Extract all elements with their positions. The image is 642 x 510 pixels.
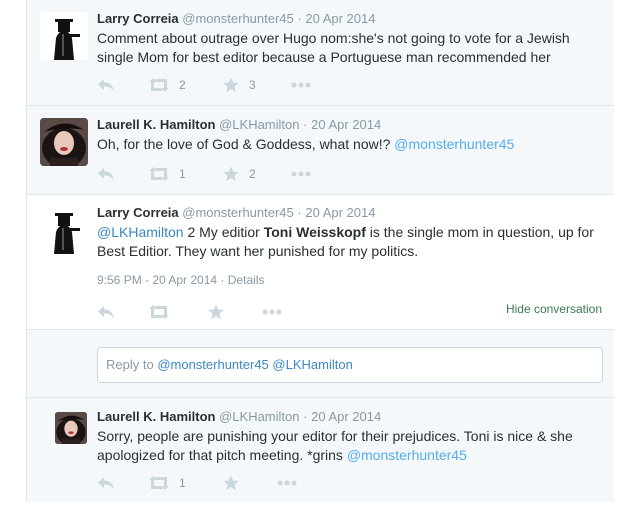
separator: · (303, 409, 308, 424)
retweet-count: 2 (179, 78, 186, 92)
retweet-icon (149, 305, 169, 319)
favorite-button[interactable]: 3 (223, 75, 256, 95)
more-button[interactable] (291, 75, 311, 95)
retweet-icon (149, 78, 169, 92)
reply-prefix: Reply to (106, 357, 158, 372)
retweet-button[interactable]: 2 (149, 75, 186, 95)
favorite-star-icon (223, 166, 239, 181)
details-link[interactable]: Details (228, 273, 265, 287)
retweet-button[interactable] (149, 302, 169, 322)
retweet-icon (149, 476, 169, 490)
author-handle[interactable]: @monsterhunter45 (182, 205, 293, 220)
reply-button[interactable] (97, 473, 115, 493)
retweet-count: 1 (179, 476, 186, 490)
tweet-4-reply[interactable]: Laurell K. Hamilton @LKHamilton · 20 Apr… (27, 398, 614, 502)
favorite-count: 2 (249, 167, 256, 181)
more-dots-icon (262, 309, 282, 315)
hide-conversation-link[interactable]: Hide conversation (506, 302, 602, 316)
tweet-timestamp[interactable]: 9:56 PM - 20 Apr 2014 (97, 273, 217, 287)
author-handle[interactable]: @monsterhunter45 (182, 11, 293, 26)
more-button[interactable] (262, 302, 282, 322)
reply-icon (98, 168, 114, 180)
reply-button[interactable] (97, 75, 115, 95)
favorite-star-icon (223, 475, 239, 490)
more-dots-icon (291, 82, 311, 88)
tweet-meta: 9:56 PM - 20 Apr 2014 · Details (97, 273, 264, 287)
tweet-text: Comment about outrage over Hugo nom:she'… (97, 30, 570, 65)
tweet-text: @LKHamilton 2 My editior Toni Weisskopf … (97, 223, 602, 261)
tweet-header: Larry Correia @monsterhunter45 · 20 Apr … (97, 10, 375, 28)
avatar-laurell-k-hamilton[interactable] (40, 118, 88, 166)
avatar-laurell-k-hamilton[interactable] (55, 412, 87, 444)
separator: · (297, 205, 302, 220)
tweet-text-body: Oh, for the love of God & Goddess, what … (97, 136, 395, 152)
tweet-date[interactable]: 20 Apr 2014 (311, 409, 381, 424)
tweet-date[interactable]: 20 Apr 2014 (311, 117, 381, 132)
more-dots-icon (291, 171, 311, 177)
retweet-button[interactable]: 1 (149, 473, 186, 493)
author-handle[interactable]: @LKHamilton (219, 117, 299, 132)
reply-button[interactable] (97, 302, 115, 322)
author-handle[interactable]: @LKHamilton (219, 409, 299, 424)
author-name[interactable]: Larry Correia (97, 11, 179, 26)
author-name[interactable]: Larry Correia (97, 205, 179, 220)
reply-button[interactable] (97, 164, 115, 184)
tweet-text: Sorry, people are punishing your editor … (97, 427, 602, 465)
tweet-text-body: Sorry, people are punishing your editor … (97, 428, 573, 463)
author-name[interactable]: Laurell K. Hamilton (97, 409, 215, 424)
mention-link[interactable]: @LKHamilton (97, 224, 184, 240)
tweet-date[interactable]: 20 Apr 2014 (305, 11, 375, 26)
retweet-count: 1 (179, 167, 186, 181)
author-name[interactable]: Laurell K. Hamilton (97, 117, 215, 132)
more-dots-icon (277, 480, 297, 486)
tweet-text: Oh, for the love of God & Goddess, what … (97, 135, 602, 154)
separator: · (303, 117, 308, 132)
tweet-2[interactable]: Laurell K. Hamilton @LKHamilton · 20 Apr… (27, 106, 614, 195)
avatar-larry-correia[interactable] (40, 206, 88, 254)
mention-link[interactable]: @monsterhunter45 (394, 136, 514, 152)
tweet-header: Laurell K. Hamilton @LKHamilton · 20 Apr… (97, 408, 381, 426)
more-button[interactable] (291, 164, 311, 184)
favorite-count: 3 (249, 78, 256, 92)
avatar-larry-correia[interactable] (40, 12, 88, 60)
tweet-text-bold: Toni Weisskopf (263, 224, 366, 240)
retweet-icon (149, 167, 169, 181)
tweet-text-part: 2 My editior (183, 224, 264, 240)
reply-icon (98, 79, 114, 91)
mention-link[interactable]: @monsterhunter45 (347, 447, 467, 463)
tweet-1[interactable]: Larry Correia @monsterhunter45 · 20 Apr … (27, 0, 614, 106)
more-button[interactable] (277, 473, 297, 493)
separator: · (297, 11, 302, 26)
reply-icon (98, 477, 114, 489)
tweet-date[interactable]: 20 Apr 2014 (305, 205, 375, 220)
tweet-header: Laurell K. Hamilton @LKHamilton · 20 Apr… (97, 116, 381, 134)
tweet-header: Larry Correia @monsterhunter45 · 20 Apr … (97, 204, 375, 222)
tweet-3-expanded[interactable]: Larry Correia @monsterhunter45 · 20 Apr … (27, 195, 614, 330)
retweet-button[interactable]: 1 (149, 164, 186, 184)
reply-mention-1: @monsterhunter45 (157, 357, 269, 372)
favorite-button[interactable] (208, 302, 224, 322)
reply-icon (98, 306, 114, 318)
reply-area: Reply to @monsterhunter45 @LKHamilton (27, 330, 614, 398)
reply-mention-2: @LKHamilton (272, 357, 353, 372)
favorite-star-icon (223, 77, 239, 92)
favorite-star-icon (208, 304, 224, 319)
separator: · (220, 273, 225, 287)
reply-input[interactable]: Reply to @monsterhunter45 @LKHamilton (97, 347, 603, 383)
favorite-button[interactable]: 2 (223, 164, 256, 184)
favorite-button[interactable] (223, 473, 239, 493)
